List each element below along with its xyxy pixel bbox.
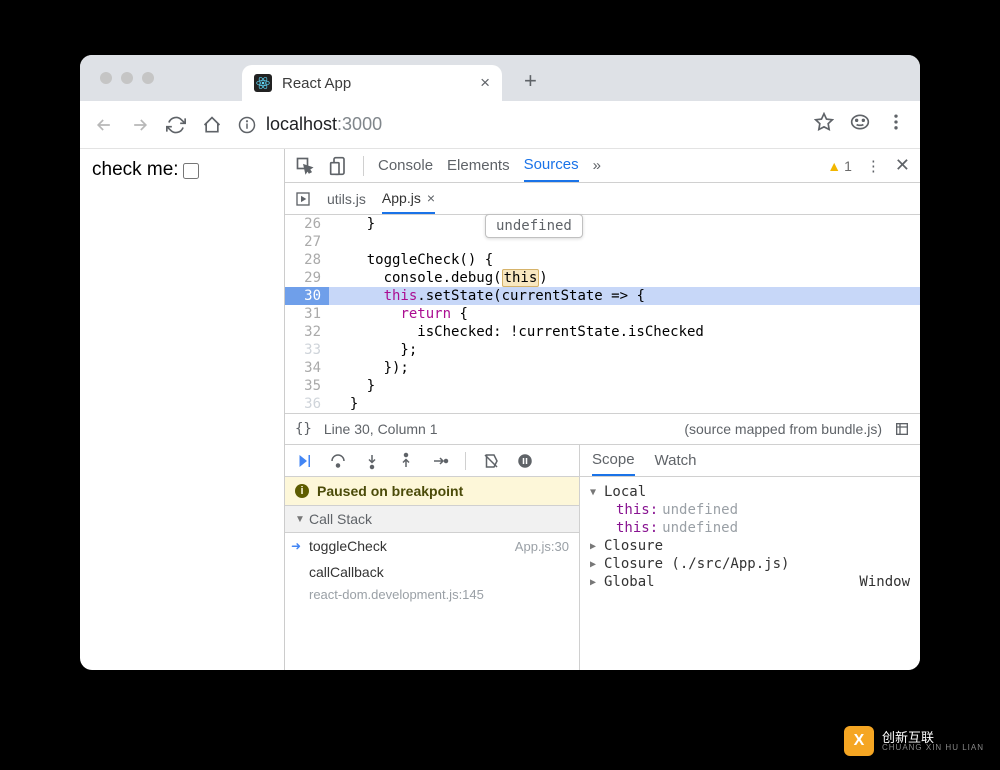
- tab-sources[interactable]: Sources: [524, 149, 579, 182]
- stack-frame[interactable]: callCallback: [285, 559, 579, 585]
- warning-icon: ▲: [827, 158, 841, 174]
- device-icon[interactable]: [329, 156, 349, 176]
- tab-bar: React App × +: [80, 55, 920, 101]
- navigator-toggle-icon[interactable]: [295, 191, 311, 207]
- pause-on-exceptions-icon[interactable]: [516, 452, 534, 470]
- browser-window: React App × + localhost:3000 check me:: [80, 55, 920, 670]
- menu-icon[interactable]: [886, 112, 906, 137]
- bookmark-icon[interactable]: [814, 112, 834, 137]
- close-tab-icon[interactable]: ×: [480, 73, 490, 93]
- tab-elements[interactable]: Elements: [447, 150, 510, 181]
- devtools-menu-icon[interactable]: ⋮: [866, 150, 881, 182]
- home-button[interactable]: [202, 115, 222, 135]
- file-tabs: utils.js App.js×: [285, 183, 920, 215]
- breakpoint-line[interactable]: 30 this.setState(currentState => {: [285, 287, 920, 305]
- debug-toolbar: [285, 445, 579, 477]
- check-me-checkbox[interactable]: [183, 163, 199, 179]
- devtools-close-icon[interactable]: ✕: [895, 155, 910, 176]
- scope-closure[interactable]: ▶Closure: [590, 537, 910, 555]
- callstack-header[interactable]: ▼Call Stack: [285, 506, 579, 533]
- watermark-cn: 创新互联: [882, 731, 984, 744]
- traffic-zoom[interactable]: [142, 72, 154, 84]
- sourcemap-icon[interactable]: [894, 421, 910, 437]
- watermark-badge: X: [844, 726, 874, 756]
- hover-tooltip: undefined: [485, 214, 583, 238]
- step-into-icon[interactable]: [363, 452, 381, 470]
- close-file-icon[interactable]: ×: [427, 190, 435, 206]
- scope-tree: ▼Local this: undefined this: undefined ▶…: [580, 477, 920, 597]
- step-over-icon[interactable]: [329, 452, 347, 470]
- address-bar: localhost:3000: [80, 101, 920, 149]
- url-field[interactable]: localhost:3000: [238, 114, 798, 135]
- code-editor[interactable]: undefined 26 } 27 28 toggleCheck() { 29 …: [285, 215, 920, 413]
- debugger-left: i Paused on breakpoint ▼Call Stack toggl…: [285, 445, 580, 670]
- content-area: check me: Console Elements Sources » ▲1 …: [80, 149, 920, 670]
- debugger-pane: i Paused on breakpoint ▼Call Stack toggl…: [285, 445, 920, 670]
- scope-closure[interactable]: ▶Closure (./src/App.js): [590, 555, 910, 573]
- url-host: localhost: [266, 114, 337, 134]
- forward-button[interactable]: [130, 115, 150, 135]
- react-icon: [254, 74, 272, 92]
- site-info-icon[interactable]: [238, 116, 256, 134]
- paused-banner: i Paused on breakpoint: [285, 477, 579, 506]
- info-icon: i: [295, 484, 309, 498]
- reload-button[interactable]: [166, 115, 186, 135]
- watermark: X 创新互联 CHUANG XIN HU LIAN: [844, 726, 984, 756]
- profile-icon[interactable]: [850, 112, 870, 137]
- stack-frame[interactable]: toggleCheck App.js:30: [285, 533, 579, 559]
- tab-watch[interactable]: Watch: [655, 446, 697, 475]
- traffic-close[interactable]: [100, 72, 112, 84]
- tabs-overflow-icon[interactable]: »: [593, 150, 601, 181]
- checkbox-label: check me:: [92, 159, 179, 181]
- stack-frame-location: react-dom.development.js:145: [285, 585, 579, 608]
- editor-status: {} Line 30, Column 1 (source mapped from…: [285, 413, 920, 445]
- pretty-print-icon[interactable]: {}: [295, 421, 312, 437]
- tab-scope[interactable]: Scope: [592, 445, 635, 476]
- deactivate-breakpoints-icon[interactable]: [482, 452, 500, 470]
- file-tab-utils[interactable]: utils.js: [327, 185, 366, 213]
- scope-global[interactable]: ▶GlobalWindow: [590, 573, 910, 591]
- scope-local[interactable]: ▼Local: [590, 483, 910, 501]
- source-mapped: (source mapped from bundle.js): [684, 421, 882, 437]
- page-content: check me:: [80, 149, 285, 670]
- cursor-position: Line 30, Column 1: [324, 421, 672, 437]
- tab-console[interactable]: Console: [378, 150, 433, 181]
- tab-title: React App: [282, 75, 470, 92]
- warning-count[interactable]: ▲1: [827, 158, 852, 174]
- url-port: :3000: [337, 114, 382, 134]
- debugger-right: Scope Watch ▼Local this: undefined this:…: [580, 445, 920, 670]
- step-icon[interactable]: [431, 452, 449, 470]
- new-tab-button[interactable]: +: [524, 68, 537, 94]
- step-out-icon[interactable]: [397, 452, 415, 470]
- browser-tab[interactable]: React App ×: [242, 65, 502, 101]
- traffic-lights: [100, 72, 154, 84]
- devtools-header: Console Elements Sources » ▲1 ⋮ ✕: [285, 149, 920, 183]
- watermark-en: CHUANG XIN HU LIAN: [882, 744, 984, 752]
- inspect-icon[interactable]: [295, 156, 315, 176]
- devtools-panel: Console Elements Sources » ▲1 ⋮ ✕ utils.…: [285, 149, 920, 670]
- back-button[interactable]: [94, 115, 114, 135]
- scope-tabs: Scope Watch: [580, 445, 920, 477]
- traffic-minimize[interactable]: [121, 72, 133, 84]
- file-tab-app[interactable]: App.js×: [382, 184, 435, 214]
- resume-icon[interactable]: [295, 452, 313, 470]
